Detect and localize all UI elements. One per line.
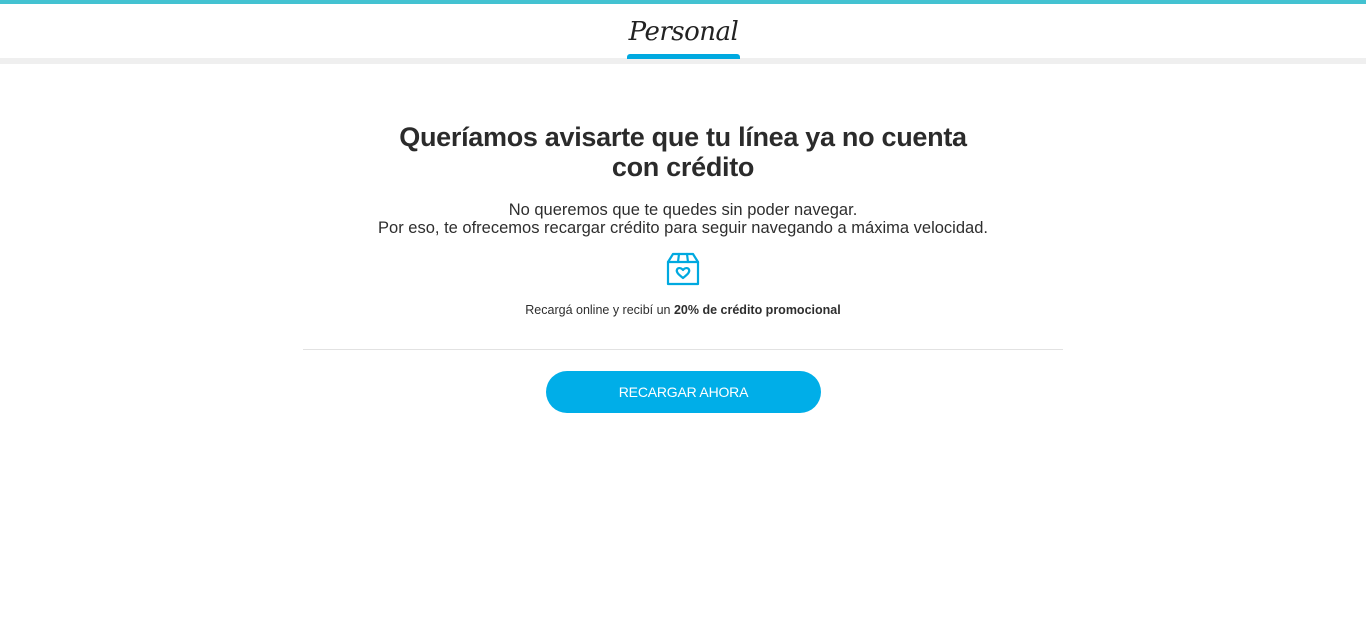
subtitle-line-2: Por eso, te ofrecemos recargar crédito p… [378,219,988,237]
promo-highlight: 20% de crédito promocional [673,303,841,317]
personal-logo[interactable]: Personal [627,12,740,52]
promo-prefix: Recargá online y recibí un [525,303,674,317]
content-divider [303,349,1063,350]
page-title: Queríamos avisarte que tu línea ya no cu… [399,122,967,182]
promo-text: Recargá online y recibí un 20% de crédit… [383,303,983,317]
gift-box-heart-icon [664,251,702,287]
subtitle: No queremos que te quedes sin poder nave… [283,201,1083,237]
logo-underline [627,54,740,59]
recharge-now-button[interactable]: RECARGAR AHORA [546,371,821,413]
subtitle-line-1: No queremos que te quedes sin poder nave… [508,201,858,219]
